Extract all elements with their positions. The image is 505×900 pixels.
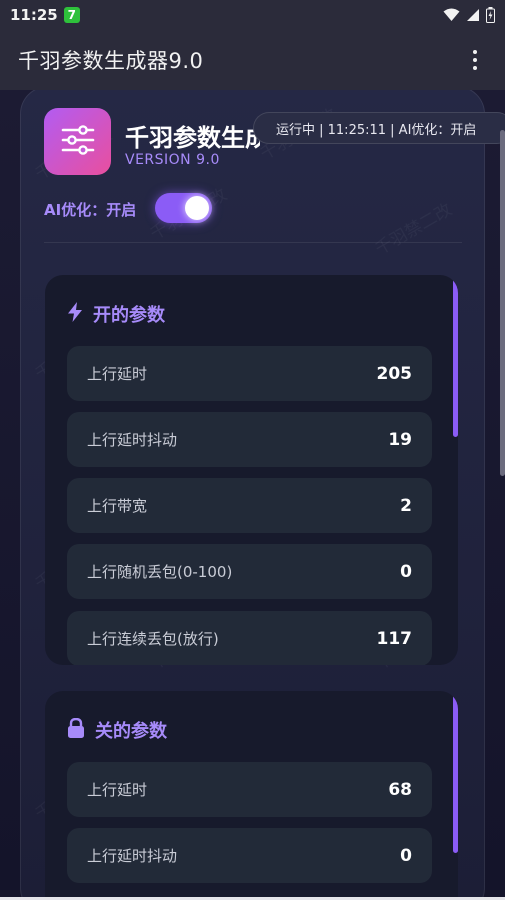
section-header: 开的参数 [67,301,165,327]
section-title: 开的参数 [93,305,165,326]
param-value: 19 [388,429,412,450]
param-row[interactable]: 上行带宽 2 [67,478,432,533]
param-label: 上行延时 [87,781,148,799]
brand-version: VERSION 9.0 [125,152,220,168]
lock-icon [67,717,85,743]
param-row[interactable]: 上行随机丢包(0-100) 0 [67,544,432,599]
app-logo [44,108,111,175]
brand-title: 千羽参数生成器 [125,124,260,152]
section-scrollbar[interactable] [453,275,458,437]
param-label: 上行随机丢包(0-100) [87,563,233,581]
section-title: 关的参数 [95,721,167,742]
section-header: 关的参数 [67,717,167,743]
section-off-params[interactable]: 关的参数 上行延时 68 上行延时抖动 0 [45,691,458,900]
divider [44,242,462,243]
section-on-params[interactable]: 开的参数 上行延时 205 上行延时抖动 19 上行带宽 2 上行随机丢包(0-… [45,275,458,665]
param-value: 117 [376,628,413,649]
signal-icon [466,8,480,22]
param-row[interactable]: 上行延时抖动 0 [67,828,432,883]
param-value: 0 [400,845,412,866]
notification-badge: 7 [63,7,80,23]
wifi-icon [443,8,460,22]
page-scrollbar[interactable] [500,130,505,476]
param-value: 205 [376,363,413,384]
runtime-status-pill: 运行中 | 11:25:11 | AI优化：开启 [253,112,505,144]
lightning-icon [67,301,83,327]
status-icons [443,7,495,23]
app-title: 千羽参数生成器9.0 [18,49,204,73]
param-label: 上行延时抖动 [87,431,178,449]
param-value: 68 [388,779,412,800]
sliders-icon [61,124,95,159]
ai-optimize-toggle[interactable] [155,193,212,223]
param-value: 0 [400,561,412,582]
app-bar: 千羽参数生成器9.0 [0,30,505,90]
param-label: 上行带宽 [87,497,148,515]
battery-icon [486,7,495,23]
param-row[interactable]: 上行连续丢包(放行) 117 [67,611,432,665]
param-value: 2 [400,495,412,516]
toggle-knob [185,196,209,220]
more-options-icon[interactable] [463,48,487,72]
param-row[interactable]: 上行延时抖动 19 [67,412,432,467]
param-row[interactable]: 上行延时 205 [67,346,432,401]
param-label: 上行连续丢包(放行) [87,630,219,648]
param-row[interactable]: 上行延时 68 [67,762,432,817]
status-bar: 11:25 7 [0,0,505,30]
param-label: 上行延时 [87,365,148,383]
ai-optimize-label: AI优化：开启 [44,201,137,219]
section-scrollbar[interactable] [453,691,458,853]
param-label: 上行延时抖动 [87,847,178,865]
status-time: 11:25 [10,6,58,24]
